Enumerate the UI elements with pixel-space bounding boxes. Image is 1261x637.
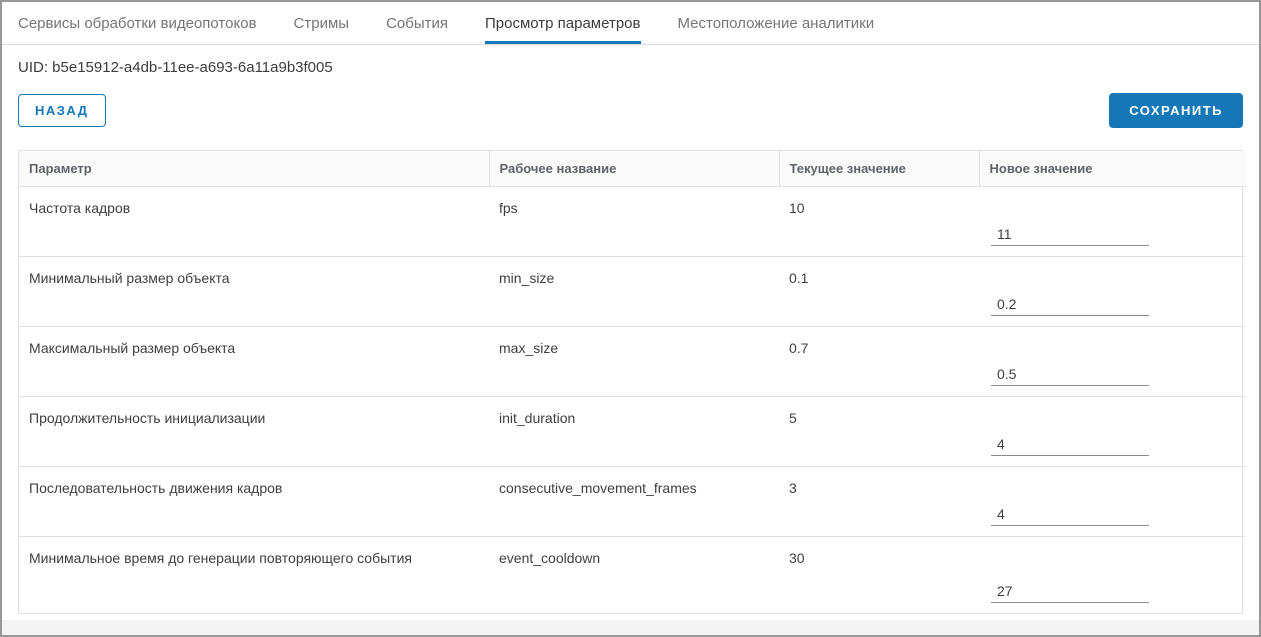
- new-value-input[interactable]: [991, 581, 1149, 603]
- header-parameter: Параметр: [19, 151, 490, 187]
- table-row: Минимальный размер объекта min_size 0.1: [19, 255, 1246, 326]
- new-value-cell: [979, 395, 1246, 466]
- param-name-cell: Максимальный размер объекта: [19, 325, 489, 396]
- header-current-value: Текущее значение: [779, 151, 980, 187]
- current-value-cell: 10: [789, 199, 805, 216]
- working-name-cell: consecutive_movement_frames: [489, 465, 779, 536]
- param-name-cell: Продолжительность инициализации: [19, 395, 489, 466]
- current-value-cell: 0.7: [779, 325, 979, 396]
- param-name-cell: Минимальное время до генерации повторяющ…: [19, 535, 489, 613]
- new-value-cell: [979, 186, 1246, 256]
- header-working-name: Рабочее название: [489, 151, 780, 187]
- table-row: Последовательность движения кадров conse…: [19, 465, 1246, 536]
- working-name-cell: event_cooldown: [489, 535, 779, 613]
- table-row: Максимальный размер объекта max_size 0.7: [19, 325, 1246, 396]
- param-name-cell: Минимальный размер объекта: [19, 255, 489, 326]
- working-name-cell: init_duration: [489, 395, 779, 466]
- current-value-cell: 0.1: [779, 255, 979, 326]
- tab-events[interactable]: События: [386, 2, 448, 44]
- new-value-cell: [979, 535, 1246, 613]
- new-value-input[interactable]: [991, 433, 1149, 456]
- save-button[interactable]: СОХРАНИТЬ: [1109, 93, 1243, 128]
- tab-view-parameters[interactable]: Просмотр параметров: [484, 2, 641, 44]
- new-value-input[interactable]: [991, 293, 1149, 316]
- actions-row: НАЗАД СОХРАНИТЬ: [18, 93, 1243, 128]
- table-header-row: Параметр Рабочее название Текущее значен…: [19, 151, 1246, 187]
- new-value-cell: [979, 325, 1246, 396]
- tab-video-stream-services[interactable]: Сервисы обработки видеопотоков: [18, 2, 257, 44]
- new-value-cell: [979, 465, 1246, 536]
- current-value-cell: 30: [779, 535, 979, 613]
- bottom-strip: [2, 620, 1259, 635]
- parameters-table: Параметр Рабочее название Текущее значен…: [18, 150, 1246, 614]
- tab-bar: Сервисы обработки видеопотоков Стримы Со…: [2, 2, 1259, 45]
- param-name-cell: Частота кадров: [29, 199, 131, 216]
- header-new-value: Новое значение: [979, 151, 1246, 187]
- working-name-cell: fps: [499, 199, 518, 216]
- table-row: Частота кадров fps 10: [19, 186, 1246, 256]
- tab-streams[interactable]: Стримы: [294, 2, 350, 44]
- tab-analytics-location[interactable]: Местоположение аналитики: [678, 2, 875, 44]
- new-value-cell: [979, 255, 1246, 326]
- new-value-input[interactable]: [991, 363, 1149, 386]
- back-button[interactable]: НАЗАД: [18, 94, 106, 127]
- current-value-cell: 3: [779, 465, 979, 536]
- table-row: Минимальное время до генерации повторяющ…: [19, 535, 1246, 613]
- working-name-cell: min_size: [489, 255, 779, 326]
- uid-text: UID: b5e15912-a4db-11ee-a693-6a11a9b3f00…: [18, 59, 333, 76]
- working-name-cell: max_size: [489, 325, 779, 396]
- new-value-input[interactable]: [991, 223, 1149, 246]
- param-name-cell: Последовательность движения кадров: [19, 465, 489, 536]
- current-value-cell: 5: [779, 395, 979, 466]
- new-value-input[interactable]: [991, 503, 1149, 526]
- parameters-view-page: { "tabs": { "items": [ { "label": "Серви…: [0, 0, 1261, 637]
- table-row: Продолжительность инициализации init_dur…: [19, 395, 1246, 466]
